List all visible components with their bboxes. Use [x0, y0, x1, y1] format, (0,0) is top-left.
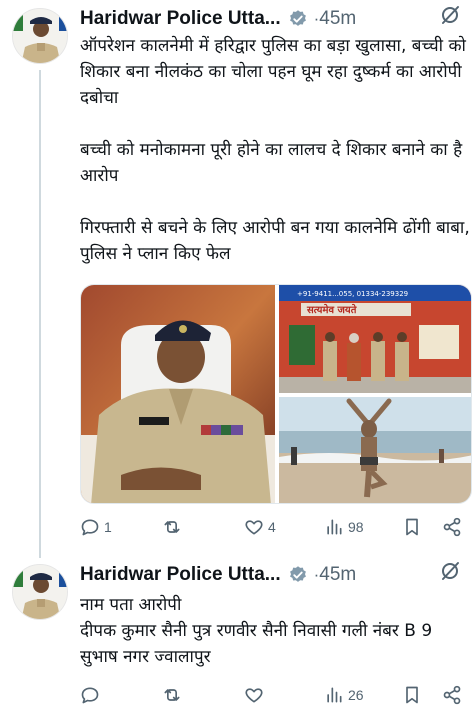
- like-button[interactable]: [244, 680, 268, 710]
- reply-button[interactable]: [80, 680, 104, 710]
- share-icon: [443, 517, 461, 537]
- post-text: ऑपरेशन कालनेमी में हरिद्वार पुलिस का बड़…: [80, 36, 470, 264]
- banner-motto-text: सत्यमेव जयते: [306, 303, 358, 316]
- post-header: Haridwar Police Utta... · 45m: [80, 6, 470, 32]
- like-icon: [245, 520, 263, 535]
- banner-phone-text: +91-9411...055, 01334-239329: [297, 290, 408, 298]
- author-name[interactable]: Haridwar Police Utta...: [80, 564, 281, 586]
- like-count: 4: [268, 519, 276, 535]
- bookmark-icon: [406, 518, 418, 536]
- share-button[interactable]: [442, 512, 462, 542]
- post-2[interactable]: Haridwar Police Utta... · 45m नाम पता आर…: [0, 556, 476, 713]
- bookmark-button[interactable]: [402, 512, 422, 542]
- views-icon: [327, 519, 342, 535]
- share-button[interactable]: [442, 680, 462, 710]
- reply-icon: [81, 519, 99, 536]
- repost-button[interactable]: [162, 512, 186, 542]
- like-icon: [245, 688, 263, 703]
- bookmark-icon: [406, 686, 418, 704]
- grok-icon[interactable]: [438, 559, 462, 583]
- like-button[interactable]: 4: [244, 512, 276, 542]
- reply-button[interactable]: 1: [80, 512, 112, 542]
- author-avatar[interactable]: [12, 8, 68, 64]
- photo-police-station[interactable]: +91-9411...055, 01334-239329 सत्यमेव जयत…: [279, 285, 472, 393]
- post-header: Haridwar Police Utta... · 45m: [80, 562, 470, 588]
- post-time[interactable]: 45m: [319, 8, 356, 30]
- post-text: नाम पता आरोपी दीपक कुमार सैनी पुत्र रणवी…: [80, 595, 433, 667]
- views-button[interactable]: 26: [324, 680, 364, 710]
- action-bar: 26: [80, 680, 472, 710]
- photo-officer[interactable]: [81, 285, 275, 504]
- grok-icon[interactable]: [438, 3, 462, 27]
- photo-beach-yoga[interactable]: [279, 397, 472, 504]
- action-bar: 1 4 98: [80, 512, 472, 542]
- repost-icon: [164, 689, 180, 701]
- repost-button[interactable]: [162, 680, 186, 710]
- bookmark-button[interactable]: [402, 680, 422, 710]
- author-name[interactable]: Haridwar Police Utta...: [80, 8, 281, 30]
- views-button[interactable]: 98: [324, 512, 364, 542]
- share-icon: [443, 685, 461, 705]
- verified-badge-icon: [289, 10, 306, 26]
- views-icon: [327, 687, 342, 703]
- author-avatar[interactable]: [12, 564, 68, 620]
- views-count: 26: [348, 687, 364, 703]
- verified-badge-icon: [289, 566, 306, 582]
- views-count: 98: [348, 519, 364, 535]
- post-time[interactable]: 45m: [319, 564, 356, 586]
- reply-count: 1: [104, 519, 112, 535]
- reply-icon: [81, 687, 99, 704]
- post-1[interactable]: Haridwar Police Utta... · 45m ऑपरेशन काल…: [0, 0, 476, 556]
- repost-icon: [164, 521, 180, 533]
- media-grid[interactable]: +91-9411...055, 01334-239329 सत्यमेव जयत…: [80, 284, 472, 504]
